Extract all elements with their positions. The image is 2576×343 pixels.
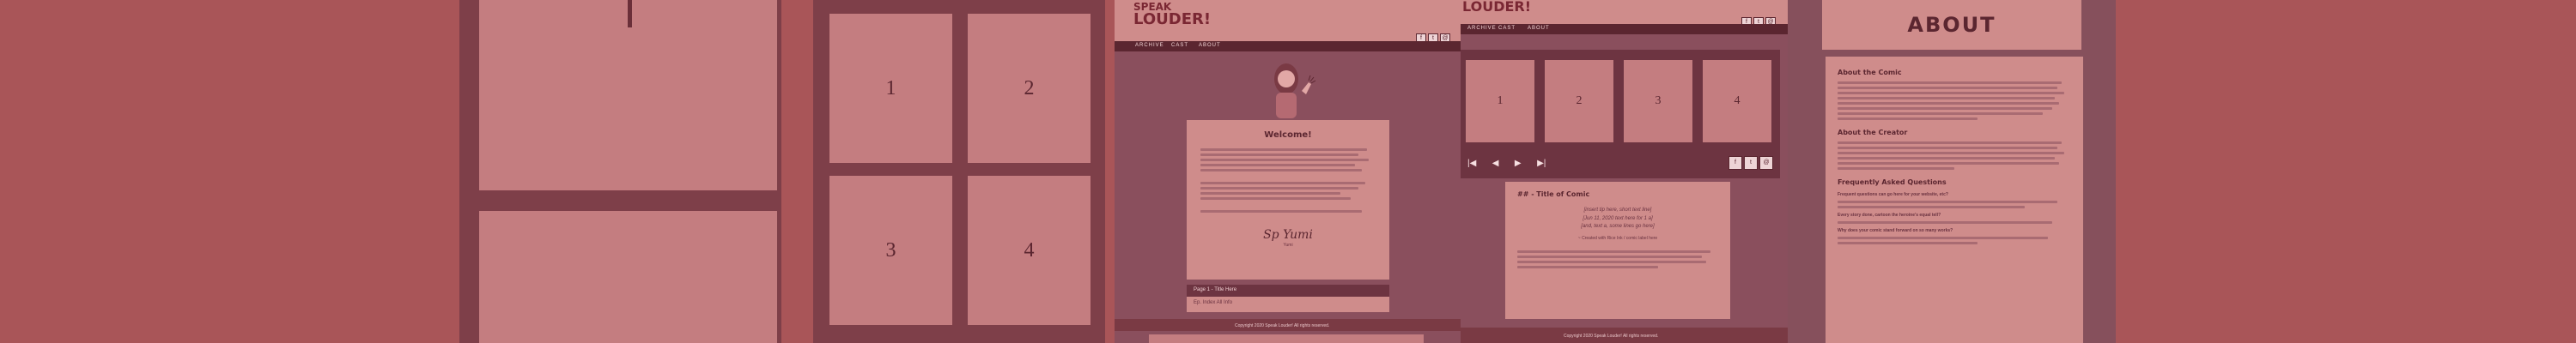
panel-divider-mark (628, 0, 632, 27)
site-header: SPEAK LOUDER! f t @ (1115, 0, 1461, 44)
comic-title: ## - Title of Comic (1517, 190, 1590, 198)
comic-description-card: ## - Title of Comic [insert tip here, sh… (1505, 182, 1730, 319)
site-footer: Copyright 2020 Speak Louder! All rights … (1115, 319, 1461, 331)
nav-bar-2: ARCHIVE CAST ABOUT (1461, 24, 1788, 34)
nav-archive[interactable]: ARCHIVE (1467, 26, 1497, 31)
facebook-icon[interactable]: f (1728, 155, 1742, 170)
nav-about[interactable]: ABOUT (1528, 26, 1550, 31)
about-header: ABOUT (1822, 0, 2081, 50)
comic-controls: |◀ ◀ ▶ ▶| (1467, 154, 1546, 170)
nav-archive[interactable]: ARCHIVE (1135, 43, 1164, 48)
welcome-card: Welcome! Sp Yumi Yumi (1187, 120, 1389, 280)
signature-caption: Yumi (1283, 243, 1293, 248)
first-page-icon[interactable]: |◀ (1467, 159, 1476, 168)
site-footer-2: Copyright 2020 Speak Louder! All rights … (1461, 328, 1788, 343)
grid-panel-3[interactable]: 3 (829, 176, 952, 325)
strip-panel-4: 4 (1703, 60, 1771, 142)
strip-panel-1: 1 (1466, 60, 1534, 142)
about-page-mockup: ABOUT About the Comic About the Creator … (1788, 0, 2116, 343)
share-links: f t @ (1727, 153, 1773, 170)
comic-page-mockup: LOUDER! f t @ ARCHIVE CAST ABOUT 1 2 3 4 |… (1461, 0, 1788, 343)
comic-panel-large-bottom (479, 211, 777, 343)
site-logo-2[interactable]: LOUDER! (1462, 0, 1531, 14)
nav-bar: ARCHIVE CAST ABOUT (1115, 41, 1461, 51)
last-page-icon[interactable]: ▶| (1537, 159, 1546, 168)
footer-strip (1149, 334, 1424, 343)
strip-panel-2: 2 (1545, 60, 1613, 142)
previous-page-icon[interactable]: ◀ (1492, 159, 1499, 168)
grid-panel-2[interactable]: 2 (968, 14, 1091, 163)
grid-panel-4[interactable]: 4 (968, 176, 1091, 325)
creator-avatar-illustration (1274, 63, 1316, 118)
site-logo[interactable]: SPEAK LOUDER! (1133, 2, 1211, 27)
nav-cast[interactable]: CAST (1498, 26, 1516, 31)
next-page-icon[interactable]: ▶ (1515, 159, 1522, 168)
nav-about[interactable]: ABOUT (1199, 43, 1221, 48)
email-icon[interactable]: @ (1759, 155, 1773, 170)
signature: Sp Yumi (1263, 228, 1313, 242)
grid-panel-1[interactable]: 1 (829, 14, 952, 163)
comic-header: LOUDER! f t @ (1461, 0, 1788, 27)
homepage-mockup: SPEAK LOUDER! f t @ ARCHIVE CAST ABOUT Wel… (1115, 0, 1461, 343)
latest-card[interactable]: Ep. Index All Info (1187, 297, 1389, 312)
nav-cast[interactable]: CAST (1171, 43, 1188, 48)
comic-panel-large-top (479, 0, 777, 190)
twitter-icon[interactable]: t (1744, 155, 1758, 170)
about-body: About the Comic About the Creator Freque… (1826, 57, 2083, 343)
welcome-title: Welcome! (1264, 130, 1312, 140)
about-title: ABOUT (1907, 13, 1996, 37)
strip-panel-3: 3 (1624, 60, 1692, 142)
latest-bar: Page 1 - Title Here (1187, 285, 1389, 297)
